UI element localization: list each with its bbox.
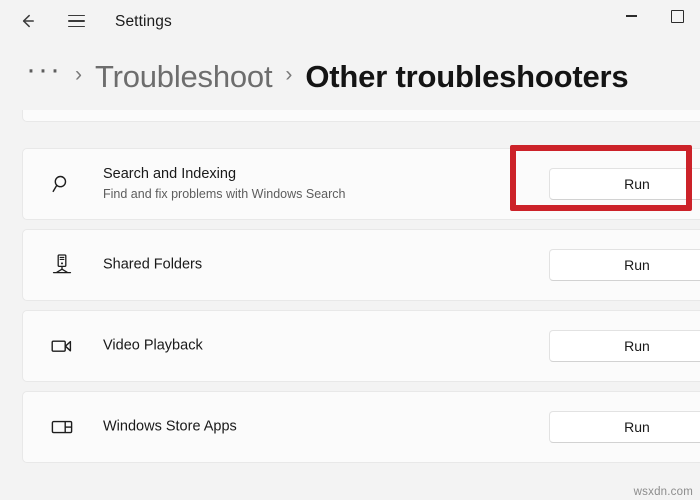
list-item-text: Windows Store Apps: [103, 418, 237, 437]
run-button[interactable]: Run: [549, 168, 700, 200]
table-row[interactable]: Video Playback Run: [22, 310, 700, 382]
hamburger-menu-icon[interactable]: [58, 4, 94, 38]
run-button[interactable]: Run: [549, 411, 700, 443]
list-item-partial[interactable]: [22, 110, 700, 122]
list-item-subtitle: Find and fix problems with Windows Searc…: [103, 187, 346, 201]
list-item-text: Shared Folders: [103, 256, 202, 275]
window-controls: [608, 0, 700, 32]
title-bar: Settings: [0, 0, 700, 44]
run-button[interactable]: Run: [549, 249, 700, 281]
shared-folders-icon: [49, 252, 75, 278]
search-icon: [49, 171, 75, 197]
table-row[interactable]: Search and Indexing Find and fix problem…: [22, 148, 700, 220]
breadcrumb: ··· › Troubleshoot › Other troubleshoote…: [0, 44, 700, 110]
list-item-text: Search and Indexing Find and fix problem…: [103, 165, 345, 203]
list-item-text: Video Playback: [103, 337, 203, 356]
window-title: Settings: [115, 13, 172, 30]
chevron-right-icon: ›: [74, 63, 82, 86]
table-row[interactable]: Windows Store Apps Run: [22, 391, 700, 463]
list-item-title: Video Playback: [103, 337, 203, 354]
hamburger-line: [67, 14, 85, 17]
table-row[interactable]: Shared Folders Run: [22, 229, 700, 301]
hamburger-line: [67, 25, 85, 28]
list-item-title: Shared Folders: [103, 256, 203, 273]
watermark: wsxdn.com: [633, 486, 693, 498]
video-camera-icon: [49, 333, 75, 359]
minimize-icon: [625, 15, 637, 17]
settings-window: Settings ··· › Troubleshoot › Other trou…: [0, 0, 700, 500]
maximize-icon: [670, 9, 684, 23]
list-item-title: Windows Store Apps: [103, 418, 237, 435]
run-button[interactable]: Run: [549, 330, 700, 362]
maximize-button[interactable]: [654, 0, 700, 32]
hamburger-line: [67, 20, 85, 22]
troubleshooter-list[interactable]: Search and Indexing Find and fix problem…: [0, 110, 700, 500]
back-arrow-icon[interactable]: [10, 4, 46, 38]
chevron-right-icon: ›: [285, 63, 293, 86]
breadcrumb-item-troubleshoot[interactable]: Troubleshoot: [95, 59, 273, 95]
page-title: Other troubleshooters: [305, 59, 629, 94]
list-item-title: Search and Indexing: [103, 166, 237, 182]
store-apps-icon: [49, 414, 75, 440]
minimize-button[interactable]: [608, 0, 654, 32]
breadcrumb-overflow-button[interactable]: ···: [26, 55, 62, 85]
